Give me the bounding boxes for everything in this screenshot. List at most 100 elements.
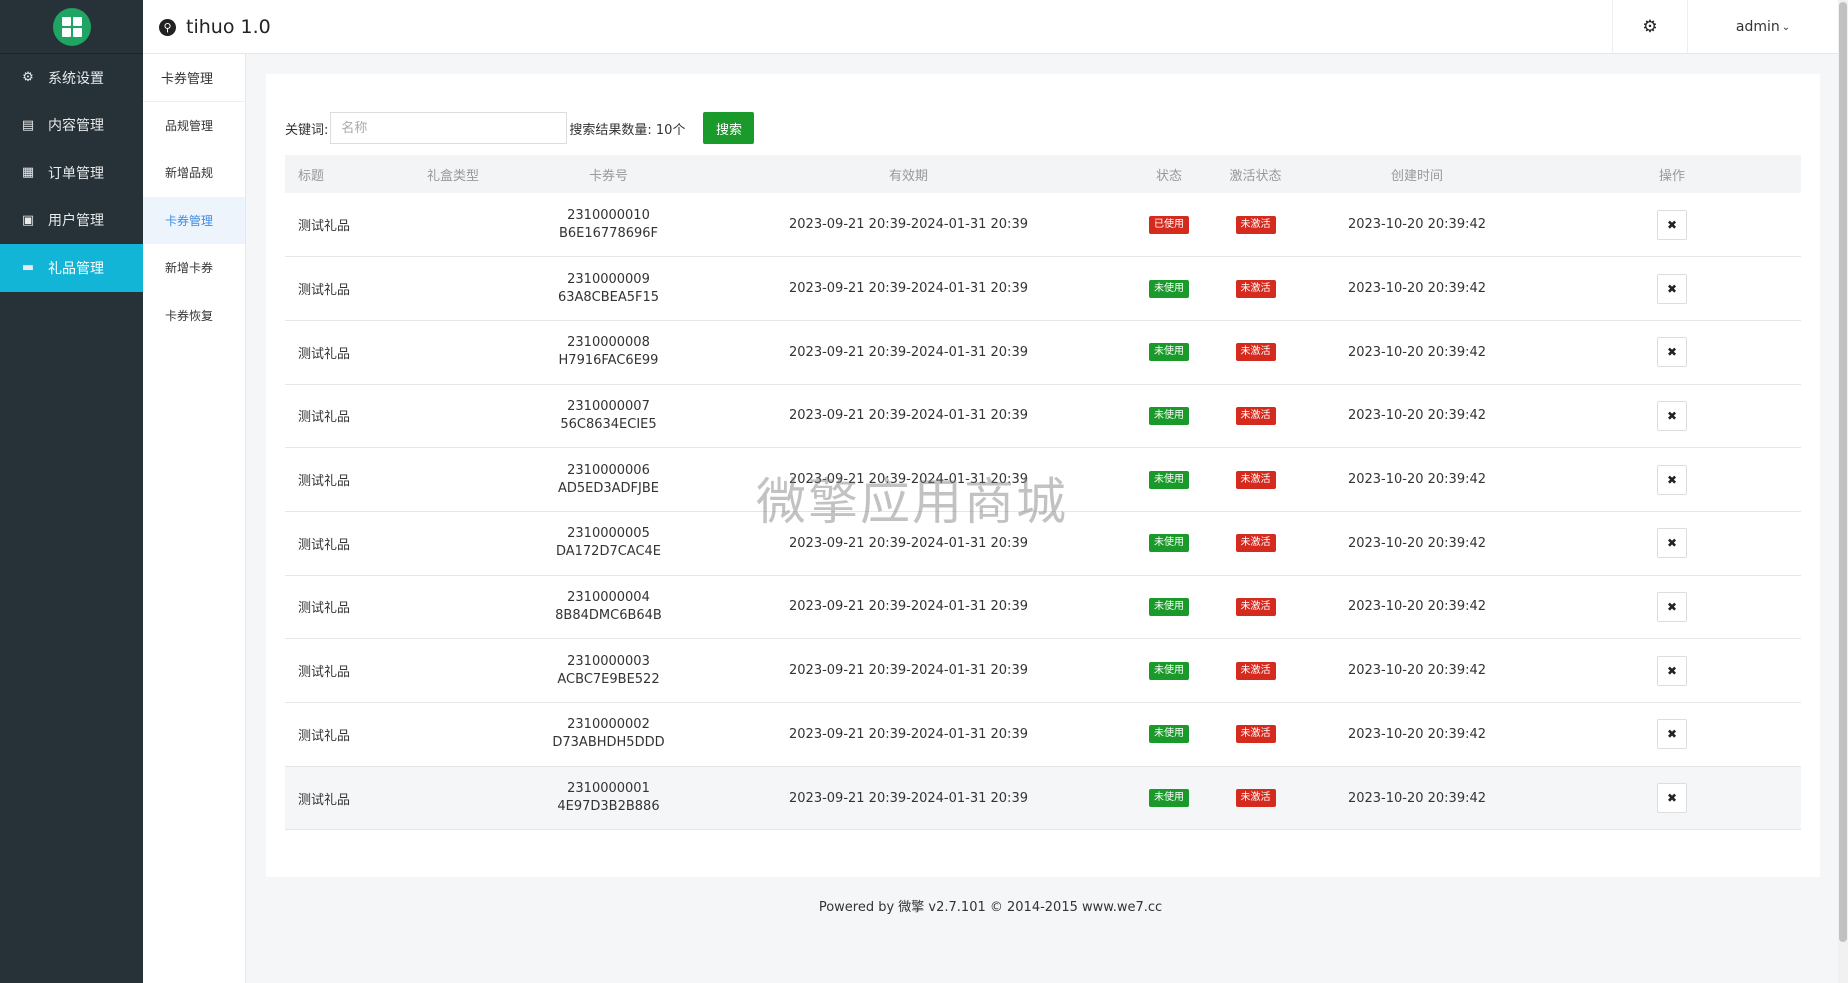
logo-icon[interactable] — [52, 7, 91, 46]
delete-button[interactable]: ✖ — [1657, 655, 1687, 686]
status-badge: 未使用 — [1149, 343, 1189, 362]
cell-card-number: 2310000008 H7916FAC6E99 — [518, 320, 699, 384]
sidebar-item-label: 系统设置 — [48, 70, 104, 87]
card-code: ACBC7E9BE522 — [557, 671, 660, 687]
search-input[interactable] — [330, 112, 568, 144]
cell-activation: 未激活 — [1220, 320, 1291, 384]
delete-button[interactable]: ✖ — [1657, 783, 1687, 814]
cell-validity: 2023-09-21 20:39-2024-01-31 20:39 — [789, 472, 1028, 488]
status-badge: 已使用 — [1149, 215, 1189, 234]
delete-button[interactable]: ✖ — [1657, 719, 1687, 750]
app-title[interactable]: ⚲ tihuo 1.0 — [159, 0, 271, 54]
subnav-item-2[interactable]: 卡券管理 — [143, 196, 245, 244]
search-bar: 关键词: 搜索结果数量: 10个 搜索 — [285, 112, 755, 144]
sidebar-item-0[interactable]: ⚙ 系统设置 — [0, 54, 143, 102]
cell-box-type — [414, 448, 518, 512]
cell-box-type — [414, 703, 518, 767]
table-row[interactable]: 测试礼品 2310000001 4E97D3B2B886 2023-09-21 20:… — [285, 766, 1801, 830]
sidebar-item-1[interactable]: ▤ 内容管理 — [0, 102, 143, 150]
cell-box-type — [414, 639, 518, 703]
scrollbar-thumb[interactable] — [1839, 2, 1847, 942]
delete-button[interactable]: ✖ — [1657, 337, 1687, 368]
subnav-item-0[interactable]: 品规管理 — [143, 102, 245, 150]
table-row[interactable]: 测试礼品 2310000005 DA172D7CAC4E 2023-09-21 20:… — [285, 511, 1801, 576]
cell-created: 2023-10-20 20:39:42 — [1347, 535, 1487, 551]
delete-button[interactable]: ✖ — [1657, 528, 1687, 559]
sidebar-item-4[interactable]: ▬ 礼品管理 — [0, 244, 143, 292]
delete-button[interactable]: ✖ — [1657, 464, 1687, 495]
card-code: 4E97D3B2B886 — [557, 799, 660, 815]
cell-created: 2023-10-20 20:39:42 — [1347, 344, 1487, 360]
card-no: 2310000005 — [567, 526, 650, 542]
status-badge: 未使用 — [1149, 725, 1189, 744]
column-header: 有效期 — [888, 168, 928, 184]
subnav-item-3[interactable]: 新增卡券 — [143, 244, 245, 292]
activation-badge: 未激活 — [1235, 406, 1276, 425]
table-row[interactable]: 测试礼品 2310000009 63A8CBEA5F15 2023-09-21 20:… — [285, 257, 1801, 321]
cell-title: 测试礼品 — [298, 792, 351, 808]
cell-actions: ✖ — [1543, 320, 1801, 384]
delete-button[interactable]: ✖ — [1657, 209, 1687, 240]
content-icon: ▤ — [21, 117, 35, 133]
table-row[interactable]: 测试礼品 2310000006 AD5ED3ADFJBE 2023-09-21 20:… — [285, 448, 1801, 512]
cell-status: 未使用 — [1118, 448, 1220, 512]
card-code: 8B84DMC6B64B — [555, 607, 662, 623]
cell-actions: ✖ — [1543, 766, 1801, 830]
sidebar-item-label: 用户管理 — [48, 213, 104, 230]
cell-box-type — [414, 384, 518, 448]
sidebar-item-label: 订单管理 — [48, 165, 104, 182]
cell-card-number: 2310000003 ACBC7E9BE522 — [518, 639, 699, 703]
column-header: 礼盒类型 — [427, 168, 480, 184]
cell-actions: ✖ — [1543, 703, 1801, 767]
sidebar-menu: ⚙ 系统设置 ▤ 内容管理 ▦ 订单管理 ▣ 用户管理 ▬ 礼品管理 — [0, 54, 143, 292]
table-row[interactable]: 测试礼品 2310000002 D73ABHDH5DDD 2023-09-21 20:… — [285, 703, 1801, 767]
document-icon: ▦ — [21, 165, 35, 181]
status-badge: 未使用 — [1149, 406, 1189, 425]
page-scrollbar[interactable] — [1838, 0, 1848, 983]
table-row[interactable]: 测试礼品 2310000008 H7916FAC6E99 2023-09-21 20:… — [285, 320, 1801, 385]
result-count: 搜索结果数量: 10个 — [569, 122, 686, 138]
card-no: 2310000007 — [567, 398, 650, 414]
card-code: H7916FAC6E99 — [558, 353, 659, 369]
cell-card-number: 2310000009 63A8CBEA5F15 — [518, 257, 699, 321]
cell-card-number: 2310000006 AD5ED3ADFJBE — [518, 448, 699, 512]
cell-actions: ✖ — [1543, 511, 1801, 575]
delete-button[interactable]: ✖ — [1657, 400, 1687, 431]
table-row[interactable]: 测试礼品 2310000010 B6E16778696F 2023-09-21 20:… — [285, 193, 1801, 257]
sidebar-item-label: 礼品管理 — [48, 260, 104, 277]
delete-button[interactable]: ✖ — [1657, 591, 1687, 622]
delete-button[interactable]: ✖ — [1657, 273, 1687, 304]
cell-status: 未使用 — [1118, 639, 1220, 703]
cell-title: 测试礼品 — [298, 728, 351, 744]
table-row[interactable]: 测试礼品 2310000004 8B84DMC6B64B 2023-09-21 20:… — [285, 575, 1801, 639]
subnav-header[interactable]: 卡券管理 — [143, 54, 245, 102]
cell-validity: 2023-09-21 20:39-2024-01-31 20:39 — [789, 217, 1028, 233]
table-row[interactable]: 测试礼品 2310000003 ACBC7E9BE522 2023-09-21 20:… — [285, 639, 1801, 703]
close-icon: ✖ — [1666, 663, 1678, 678]
cell-validity: 2023-09-21 20:39-2024-01-31 20:39 — [789, 599, 1028, 615]
cell-card-number: 2310000005 DA172D7CAC4E — [518, 511, 699, 575]
cell-card-number: 2310000002 D73ABHDH5DDD — [518, 703, 699, 767]
subnav-item-4[interactable]: 卡券恢复 — [143, 292, 245, 340]
chevron-down-icon: ⌄ — [1781, 21, 1791, 33]
gear-icon: ⚙ — [1642, 17, 1658, 37]
table-row[interactable]: 测试礼品 2310000007 56C8634ECIE5 2023-09-21 20:… — [285, 384, 1801, 448]
sidebar-item-2[interactable]: ▦ 订单管理 — [0, 149, 143, 197]
sidebar-item-3[interactable]: ▣ 用户管理 — [0, 197, 143, 245]
cell-actions: ✖ — [1543, 575, 1801, 639]
activation-badge: 未激活 — [1235, 279, 1276, 298]
user-menu[interactable]: admin ⌄ — [1688, 0, 1838, 54]
column-header: 标题 — [298, 168, 325, 184]
close-icon: ✖ — [1666, 472, 1678, 487]
settings-gear-button[interactable]: ⚙ — [1612, 0, 1688, 54]
cell-status: 未使用 — [1118, 320, 1220, 384]
search-button[interactable]: 搜索 — [703, 112, 755, 144]
subnav-item-1[interactable]: 新增品规 — [143, 149, 245, 197]
cell-title: 测试礼品 — [298, 410, 351, 426]
close-icon: ✖ — [1666, 217, 1678, 232]
status-badge: 未使用 — [1149, 597, 1189, 616]
activation-badge: 未激活 — [1235, 534, 1276, 553]
cell-validity: 2023-09-21 20:39-2024-01-31 20:39 — [789, 726, 1028, 742]
cell-status: 未使用 — [1118, 703, 1220, 767]
table-header: 标题 礼盒类型 卡券号 有效期 状态 激活状态 创建时间 操作 — [285, 155, 1801, 193]
